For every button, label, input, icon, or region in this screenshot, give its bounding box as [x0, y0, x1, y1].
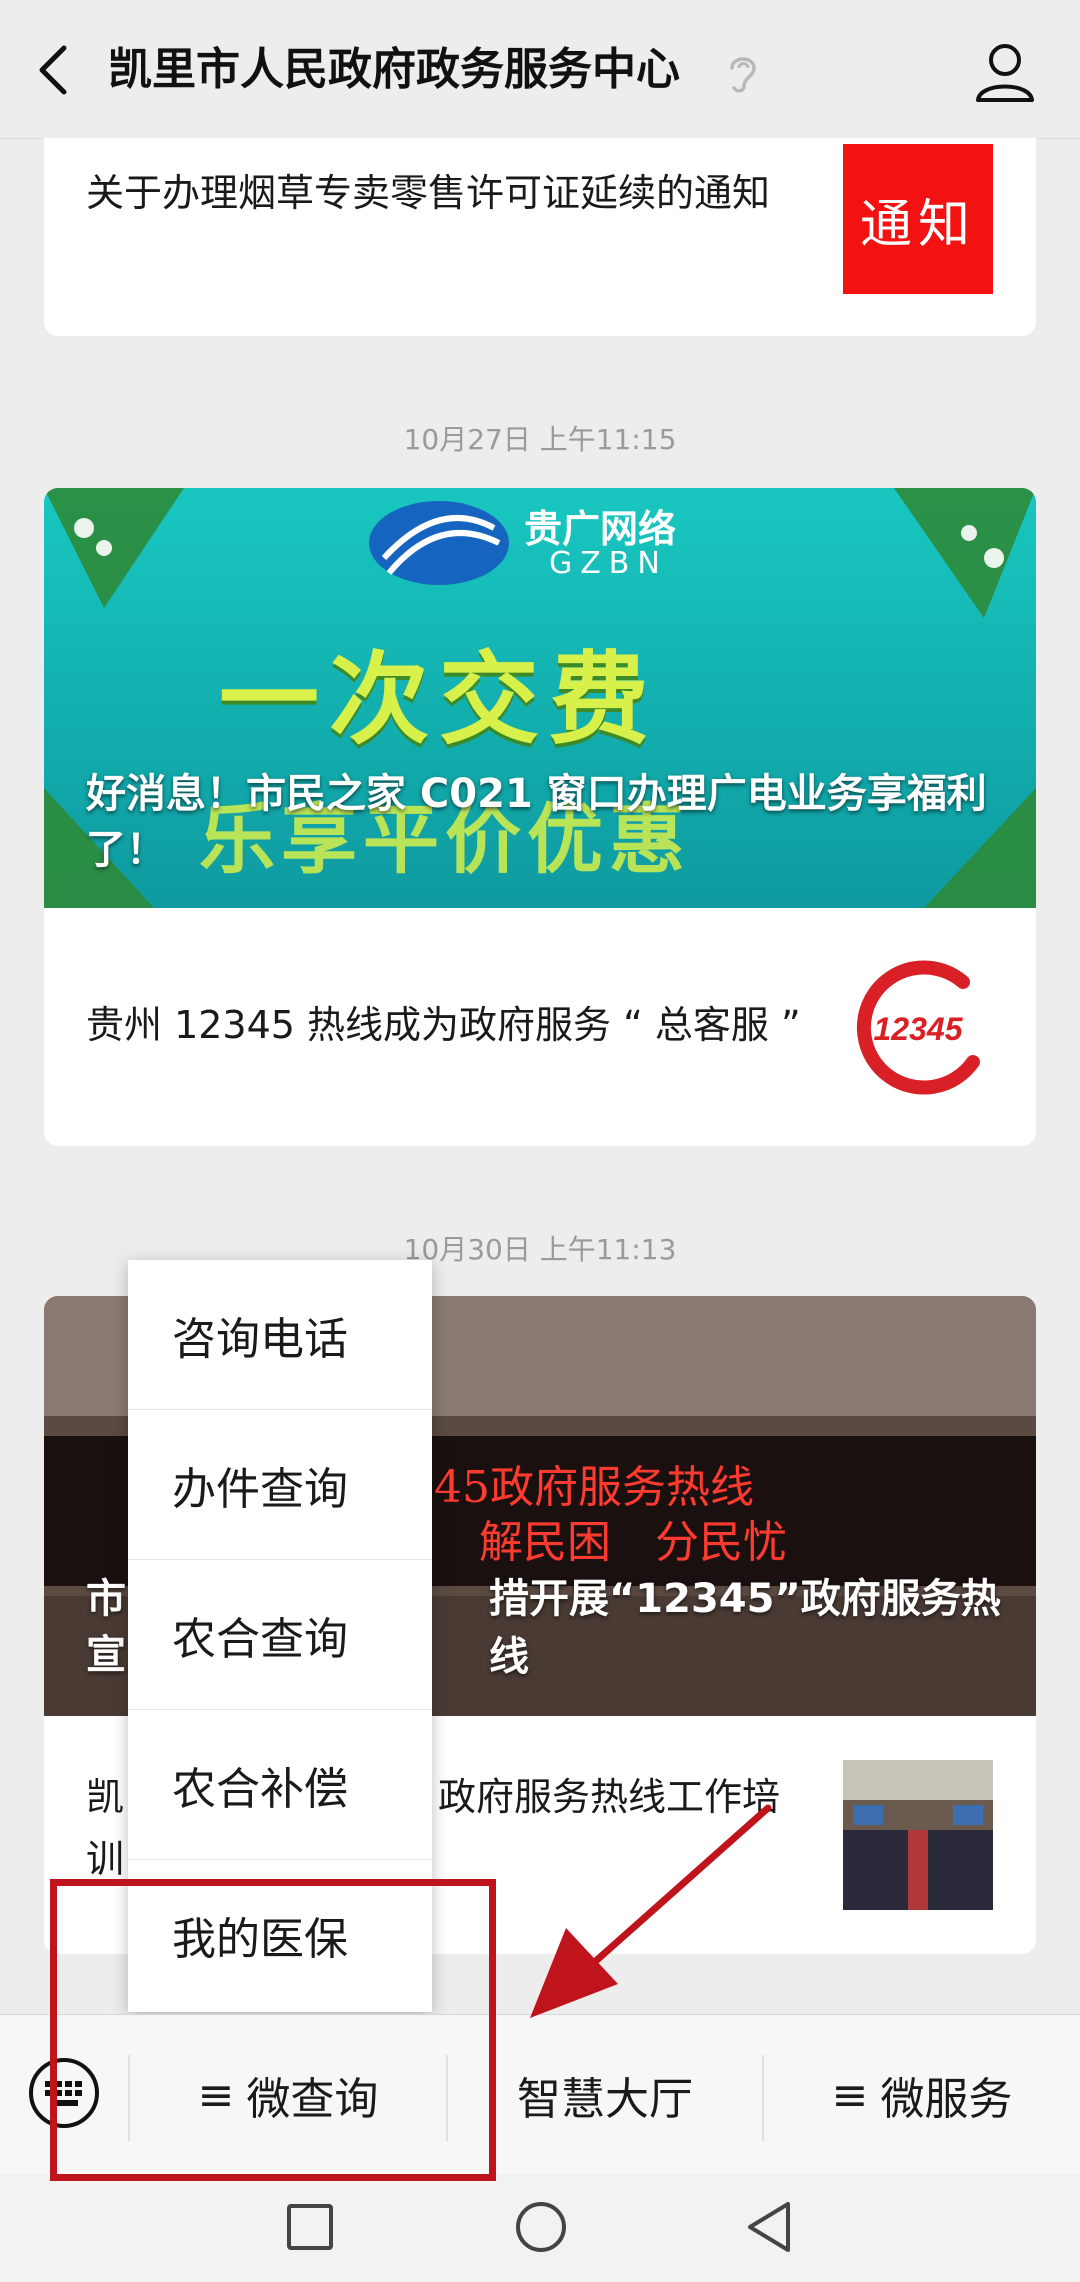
back-triangle-icon[interactable]: [744, 2200, 794, 2254]
message-card-notice[interactable]: 关于办理烟草专卖零售许可证延续的通知 通知: [44, 138, 1036, 336]
banner-headline: 一次交费: [219, 641, 659, 758]
banner-title-end: 措开展“12345”政府服务热线: [489, 1576, 1001, 1680]
timestamp: 10月27日 上午11:15: [403, 423, 677, 456]
banner-logo-cn: 贵广网络: [524, 507, 677, 551]
menu-item-nh-query[interactable]: 农合查询: [128, 1560, 432, 1710]
article-title-a: 凯: [86, 1775, 125, 1819]
menu-item-case-query[interactable]: 办件查询: [128, 1410, 432, 1560]
banner-title-line2: 宣: [86, 1632, 126, 1678]
profile-icon[interactable]: [970, 38, 1040, 108]
banner-title-start: 市: [86, 1576, 126, 1622]
article-row[interactable]: 贵州 12345 热线成为政府服务 “ 总客服 ” 12345: [44, 908, 1036, 1146]
system-nav-bar: [0, 2174, 1080, 2282]
ear-icon[interactable]: [722, 50, 762, 94]
recent-apps-icon[interactable]: [285, 2202, 335, 2252]
notice-thumbnail: 通知: [843, 144, 993, 294]
menu-lines-icon: ≡: [831, 2069, 869, 2121]
banner-title: 好消息！市民之家 C021 窗口办理广电业务享福利了！: [86, 771, 987, 873]
hotline-logo-text: 12345: [874, 1011, 964, 1047]
meeting-thumbnail: [843, 1760, 993, 1910]
back-arrow-icon[interactable]: [30, 40, 80, 100]
message-group-card: 贵广网络 GZBN 一次交费 乐享平价优惠 好消息！市民之家 C021 窗口办理…: [44, 488, 1036, 1146]
page-title: 凯里市人民政府政务服务中心: [108, 44, 680, 95]
menu-item-nh-compensation[interactable]: 农合补偿: [128, 1710, 432, 1860]
menu-item-consult-phone[interactable]: 咨询电话: [128, 1260, 432, 1410]
home-icon[interactable]: [514, 2200, 568, 2254]
message-text: 关于办理烟草专卖零售许可证延续的通知: [86, 171, 771, 215]
nav-label: 微服务: [880, 2074, 1013, 2125]
article-title: 贵州 12345 热线成为政府服务 “ 总客服 ”: [86, 1003, 801, 1047]
nav-item-micro-service[interactable]: ≡ 微服务: [764, 2015, 1080, 2175]
hotline-12345-logo: 12345: [856, 960, 980, 1095]
nav-label: 智慧大厅: [517, 2074, 693, 2125]
banner-logo-en: GZBN: [549, 546, 668, 581]
article-title-b: 政府服务热线工作培: [438, 1775, 781, 1819]
highlight-box: [50, 1879, 496, 2181]
banner-article[interactable]: 贵广网络 GZBN 一次交费 乐享平价优惠 好消息！市民之家 C021 窗口办理…: [44, 488, 1036, 908]
led-text-2: 解民困 分民忧: [479, 1517, 787, 1568]
top-bar: 凯里市人民政府政务服务中心: [0, 0, 1080, 139]
